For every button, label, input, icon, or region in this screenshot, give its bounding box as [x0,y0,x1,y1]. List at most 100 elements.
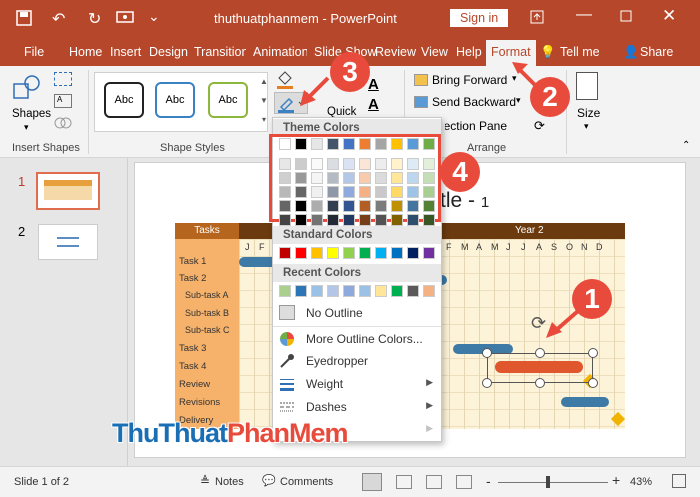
weight-item[interactable]: Weight ▶ [273,372,441,395]
size-button[interactable]: Size [577,106,600,120]
undo-icon[interactable]: ↶ [52,9,65,29]
theme-color-swatch[interactable] [359,186,371,198]
send-backward-icon[interactable] [414,96,428,108]
theme-color-swatch[interactable] [375,138,387,150]
zoom-slider[interactable] [498,482,608,483]
customize-qat-icon[interactable]: ⌄ [148,8,160,25]
recent-color-swatch[interactable] [391,285,403,297]
theme-color-swatch[interactable] [311,200,323,212]
recent-color-swatch[interactable] [423,285,435,297]
theme-color-swatch[interactable] [311,214,323,226]
theme-color-swatch[interactable] [423,158,435,170]
recent-color-swatch[interactable] [327,285,339,297]
theme-color-swatch[interactable] [295,172,307,184]
tab-file[interactable]: File [24,45,44,59]
theme-color-swatch[interactable] [327,200,339,212]
standard-color-swatch[interactable] [423,247,435,259]
selection-handle[interactable] [482,348,492,358]
size-icon[interactable] [576,72,598,100]
zoom-out-button[interactable]: - [486,473,491,489]
theme-color-swatch[interactable] [295,158,307,170]
theme-color-swatch[interactable] [343,158,355,170]
text-box-icon[interactable]: A [54,94,72,108]
theme-color-swatch[interactable] [343,186,355,198]
tab-animations[interactable]: Animations [253,45,307,59]
theme-color-swatch[interactable] [375,158,387,170]
shape-style-blue[interactable]: Abc [155,82,195,118]
theme-color-swatch[interactable] [359,158,371,170]
theme-color-swatch[interactable] [311,186,323,198]
standard-color-swatch[interactable] [343,247,355,259]
theme-color-swatch[interactable] [279,138,291,150]
zoom-slider-thumb[interactable] [546,476,550,488]
merge-shapes-icon[interactable] [54,116,72,130]
theme-color-swatch[interactable] [375,186,387,198]
recent-color-swatch[interactable] [279,285,291,297]
theme-color-swatch[interactable] [279,158,291,170]
slide-thumbnail-1[interactable] [36,172,100,210]
bring-forward-icon[interactable] [414,74,428,86]
standard-color-swatch[interactable] [359,247,371,259]
theme-color-swatch[interactable] [407,214,419,226]
maximize-icon[interactable] [620,10,632,25]
theme-color-swatch[interactable] [407,186,419,198]
standard-color-swatch[interactable] [391,247,403,259]
size-dropdown[interactable]: ▾ [584,121,589,132]
tab-design[interactable]: Design [149,45,188,59]
shape-style-dark[interactable]: Abc [104,82,144,118]
standard-color-swatch[interactable] [375,247,387,259]
theme-color-swatch[interactable] [279,172,291,184]
recent-color-swatch[interactable] [407,285,419,297]
theme-color-swatch[interactable] [327,138,339,150]
theme-color-swatch[interactable] [359,138,371,150]
comments-icon[interactable]: 💬 [262,474,276,487]
text-fill-icon[interactable]: A [368,76,379,93]
sign-in-button[interactable]: Sign in [450,9,509,27]
theme-color-swatch[interactable] [391,138,403,150]
present-icon[interactable] [116,10,134,29]
theme-color-swatch[interactable] [343,200,355,212]
standard-color-swatch[interactable] [295,247,307,259]
theme-color-swatch[interactable] [407,200,419,212]
theme-color-swatch[interactable] [327,158,339,170]
send-backward-button[interactable]: Send Backward [432,95,516,109]
theme-color-swatch[interactable] [407,158,419,170]
notes-icon[interactable]: ≜ [200,474,210,488]
gallery-scroll[interactable]: ▲ ▼ ▾ [258,72,270,132]
standard-color-swatch[interactable] [327,247,339,259]
share-button[interactable]: Share [640,45,673,59]
rotate-icon[interactable]: ⟳ [534,118,545,134]
recent-color-swatch[interactable] [343,285,355,297]
tab-insert[interactable]: Insert [110,45,141,59]
dashes-item[interactable]: Dashes ▶ [273,395,441,418]
theme-color-swatch[interactable] [391,186,403,198]
notes-button[interactable]: Notes [215,476,244,488]
theme-color-swatch[interactable] [375,172,387,184]
standard-color-swatch[interactable] [279,247,291,259]
theme-color-swatch[interactable] [391,172,403,184]
theme-color-swatch[interactable] [391,200,403,212]
reading-view-icon[interactable] [426,475,442,489]
theme-color-swatch[interactable] [279,214,291,226]
theme-color-swatch[interactable] [391,214,403,226]
shape-fill-icon[interactable] [276,70,294,90]
tab-transitions[interactable]: Transitions [194,45,246,59]
theme-color-swatch[interactable] [327,186,339,198]
selected-gantt-bar[interactable] [495,361,583,373]
minimize-icon[interactable]: — [576,6,592,24]
recent-color-swatch[interactable] [359,285,371,297]
theme-color-swatch[interactable] [359,200,371,212]
theme-color-swatch[interactable] [295,186,307,198]
theme-color-swatch[interactable] [375,200,387,212]
tab-review[interactable]: Review [375,45,416,59]
theme-color-swatch[interactable] [279,200,291,212]
shapes-dropdown-icon[interactable]: ▾ [24,122,29,133]
selection-handle[interactable] [482,378,492,388]
shapes-gallery-icon[interactable] [12,74,42,100]
slideshow-view-icon[interactable] [456,475,472,489]
shape-style-green[interactable]: Abc [208,82,248,118]
tell-me-box[interactable]: Tell me [560,45,600,59]
theme-color-swatch[interactable] [423,172,435,184]
theme-color-swatch[interactable] [327,214,339,226]
save-icon[interactable] [16,10,32,29]
